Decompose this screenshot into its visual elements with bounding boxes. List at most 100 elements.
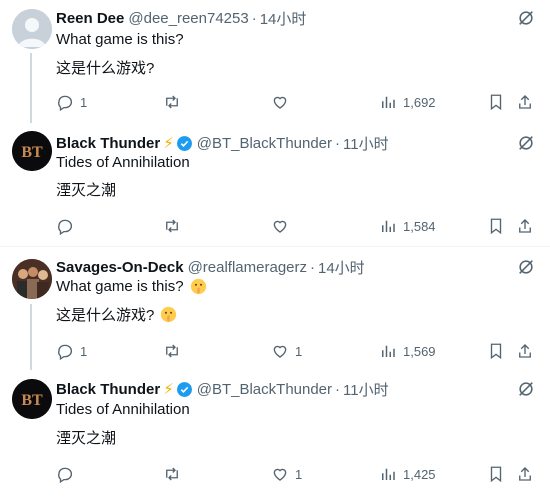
- grok-icon[interactable]: [516, 257, 536, 277]
- display-name[interactable]: Black Thunder: [56, 381, 160, 398]
- bookmark-icon: [490, 343, 502, 360]
- retweet-icon: [166, 95, 178, 109]
- user-handle[interactable]: @BT_BlackThunder: [197, 135, 332, 152]
- retweet-button[interactable]: [163, 464, 187, 484]
- share-button[interactable]: [516, 464, 534, 484]
- views-chart-icon: [382, 220, 395, 232]
- tweet-text-line-2: 湮灭之潮: [56, 430, 117, 447]
- share-button[interactable]: [516, 92, 534, 112]
- separator-dot: ·: [310, 258, 315, 276]
- bt-logo-avatar: BT: [12, 379, 52, 419]
- grok-icon[interactable]: [516, 133, 536, 153]
- group-photo-avatar: [12, 259, 52, 299]
- views-button[interactable]: 1,425: [379, 464, 436, 484]
- share-button[interactable]: [516, 341, 534, 361]
- tweet-text-line-1: Tides of Annihilation: [56, 154, 190, 171]
- views-chart-icon: [382, 345, 395, 357]
- view-count: 1,692: [403, 94, 436, 110]
- timestamp[interactable]: 14小时: [260, 8, 307, 29]
- reply-button[interactable]: [56, 216, 80, 236]
- tweet-actions: 1 1,425: [56, 464, 546, 484]
- tweet-black-thunder-reply[interactable]: BT Black Thunder ⚡ @BT_BlackThunder · 11…: [0, 122, 550, 246]
- thread-line: [30, 53, 32, 123]
- tweet-actions: 1,584: [56, 216, 546, 236]
- share-icon: [519, 219, 531, 233]
- retweet-icon: [166, 344, 178, 358]
- retweet-icon: [166, 467, 178, 481]
- bookmark-icon: [490, 94, 502, 111]
- retweet-button[interactable]: [163, 341, 187, 361]
- reply-button[interactable]: 1: [56, 341, 87, 361]
- bookmark-button[interactable]: [487, 341, 505, 361]
- bookmark-button[interactable]: [487, 216, 505, 236]
- tweet-savages-on-deck[interactable]: Savages-On-Deck @realflameragerz · 14小时 …: [0, 248, 550, 370]
- timestamp[interactable]: 11小时: [343, 379, 389, 400]
- svg-text:BT: BT: [21, 392, 43, 409]
- avatar[interactable]: BT: [12, 379, 52, 419]
- tweet-header: Savages-On-Deck @realflameragerz · 14小时: [56, 257, 365, 277]
- reply-icon: [58, 344, 73, 360]
- timestamp[interactable]: 11小时: [343, 133, 389, 154]
- tweet-text-line-1: Tides of Annihilation: [56, 401, 190, 418]
- tweet-text: What game is this?: [56, 278, 184, 295]
- views-chart-icon: [382, 96, 395, 108]
- like-button[interactable]: 1: [271, 464, 302, 484]
- timestamp[interactable]: 14小时: [318, 257, 365, 278]
- like-button[interactable]: [271, 216, 295, 236]
- tweet-header: Black Thunder ⚡ @BT_BlackThunder · 11小时: [56, 379, 389, 399]
- views-button[interactable]: 1,692: [379, 92, 436, 112]
- reply-button[interactable]: [56, 464, 80, 484]
- view-count: 1,584: [403, 218, 436, 234]
- display-name[interactable]: Reen Dee: [56, 10, 124, 27]
- separator-dot: ·: [251, 9, 257, 27]
- grok-icon[interactable]: [516, 8, 536, 28]
- thread-line: [30, 304, 32, 370]
- tweet-actions: 1 1 1,569: [56, 341, 546, 361]
- display-name[interactable]: Savages-On-Deck: [56, 259, 184, 276]
- tweet-header: Black Thunder ⚡ @BT_BlackThunder · 11小时: [56, 133, 389, 153]
- tweet-reen-dee[interactable]: Reen Dee @dee_reen74253 · 14小时 What game…: [0, 0, 550, 123]
- display-name[interactable]: Black Thunder: [56, 135, 160, 152]
- avatar[interactable]: [12, 9, 52, 49]
- like-count: 1: [295, 343, 303, 359]
- shushing-face-emoji-icon: [160, 306, 177, 323]
- avatar[interactable]: [12, 259, 52, 299]
- like-button[interactable]: [271, 92, 295, 112]
- user-handle[interactable]: @dee_reen74253: [128, 10, 248, 27]
- share-icon: [519, 344, 531, 358]
- reply-icon: [58, 467, 73, 483]
- like-button[interactable]: 1: [271, 341, 302, 361]
- tweet-black-thunder-reply[interactable]: BT Black Thunder ⚡ @BT_BlackThunder · 11…: [0, 370, 550, 497]
- retweet-icon: [166, 219, 178, 233]
- lightning-bolt-icon: ⚡: [163, 381, 174, 398]
- tweet-actions: 1 1,692: [56, 92, 546, 112]
- retweet-button[interactable]: [163, 92, 187, 112]
- user-handle[interactable]: @realflameragerz: [188, 259, 307, 276]
- reply-icon: [58, 95, 73, 111]
- share-button[interactable]: [516, 216, 534, 236]
- reply-count: 1: [80, 94, 88, 110]
- bookmark-icon: [490, 466, 502, 483]
- views-button[interactable]: 1,584: [379, 216, 436, 236]
- retweet-button[interactable]: [163, 216, 187, 236]
- heart-icon: [273, 468, 287, 481]
- like-count: 1: [295, 466, 303, 482]
- reply-button[interactable]: 1: [56, 92, 87, 112]
- tweet-text-line-1: What game is this?: [56, 278, 207, 295]
- avatar[interactable]: BT: [12, 131, 52, 171]
- view-count: 1,569: [403, 343, 436, 359]
- tweet-text-line-2: 湮灭之潮: [56, 182, 117, 199]
- default-avatar-icon: [12, 9, 52, 49]
- reply-icon: [58, 219, 73, 235]
- verified-badge-icon: [176, 135, 193, 152]
- share-icon: [519, 467, 531, 481]
- user-handle[interactable]: @BT_BlackThunder: [197, 381, 332, 398]
- share-icon: [519, 95, 531, 109]
- grok-icon[interactable]: [516, 379, 536, 399]
- views-button[interactable]: 1,569: [379, 341, 436, 361]
- heart-icon: [273, 220, 287, 233]
- bookmark-button[interactable]: [487, 464, 505, 484]
- bookmark-button[interactable]: [487, 92, 505, 112]
- tweet-text: 这是什么游戏?: [56, 307, 155, 324]
- tweet-divider: [0, 246, 550, 247]
